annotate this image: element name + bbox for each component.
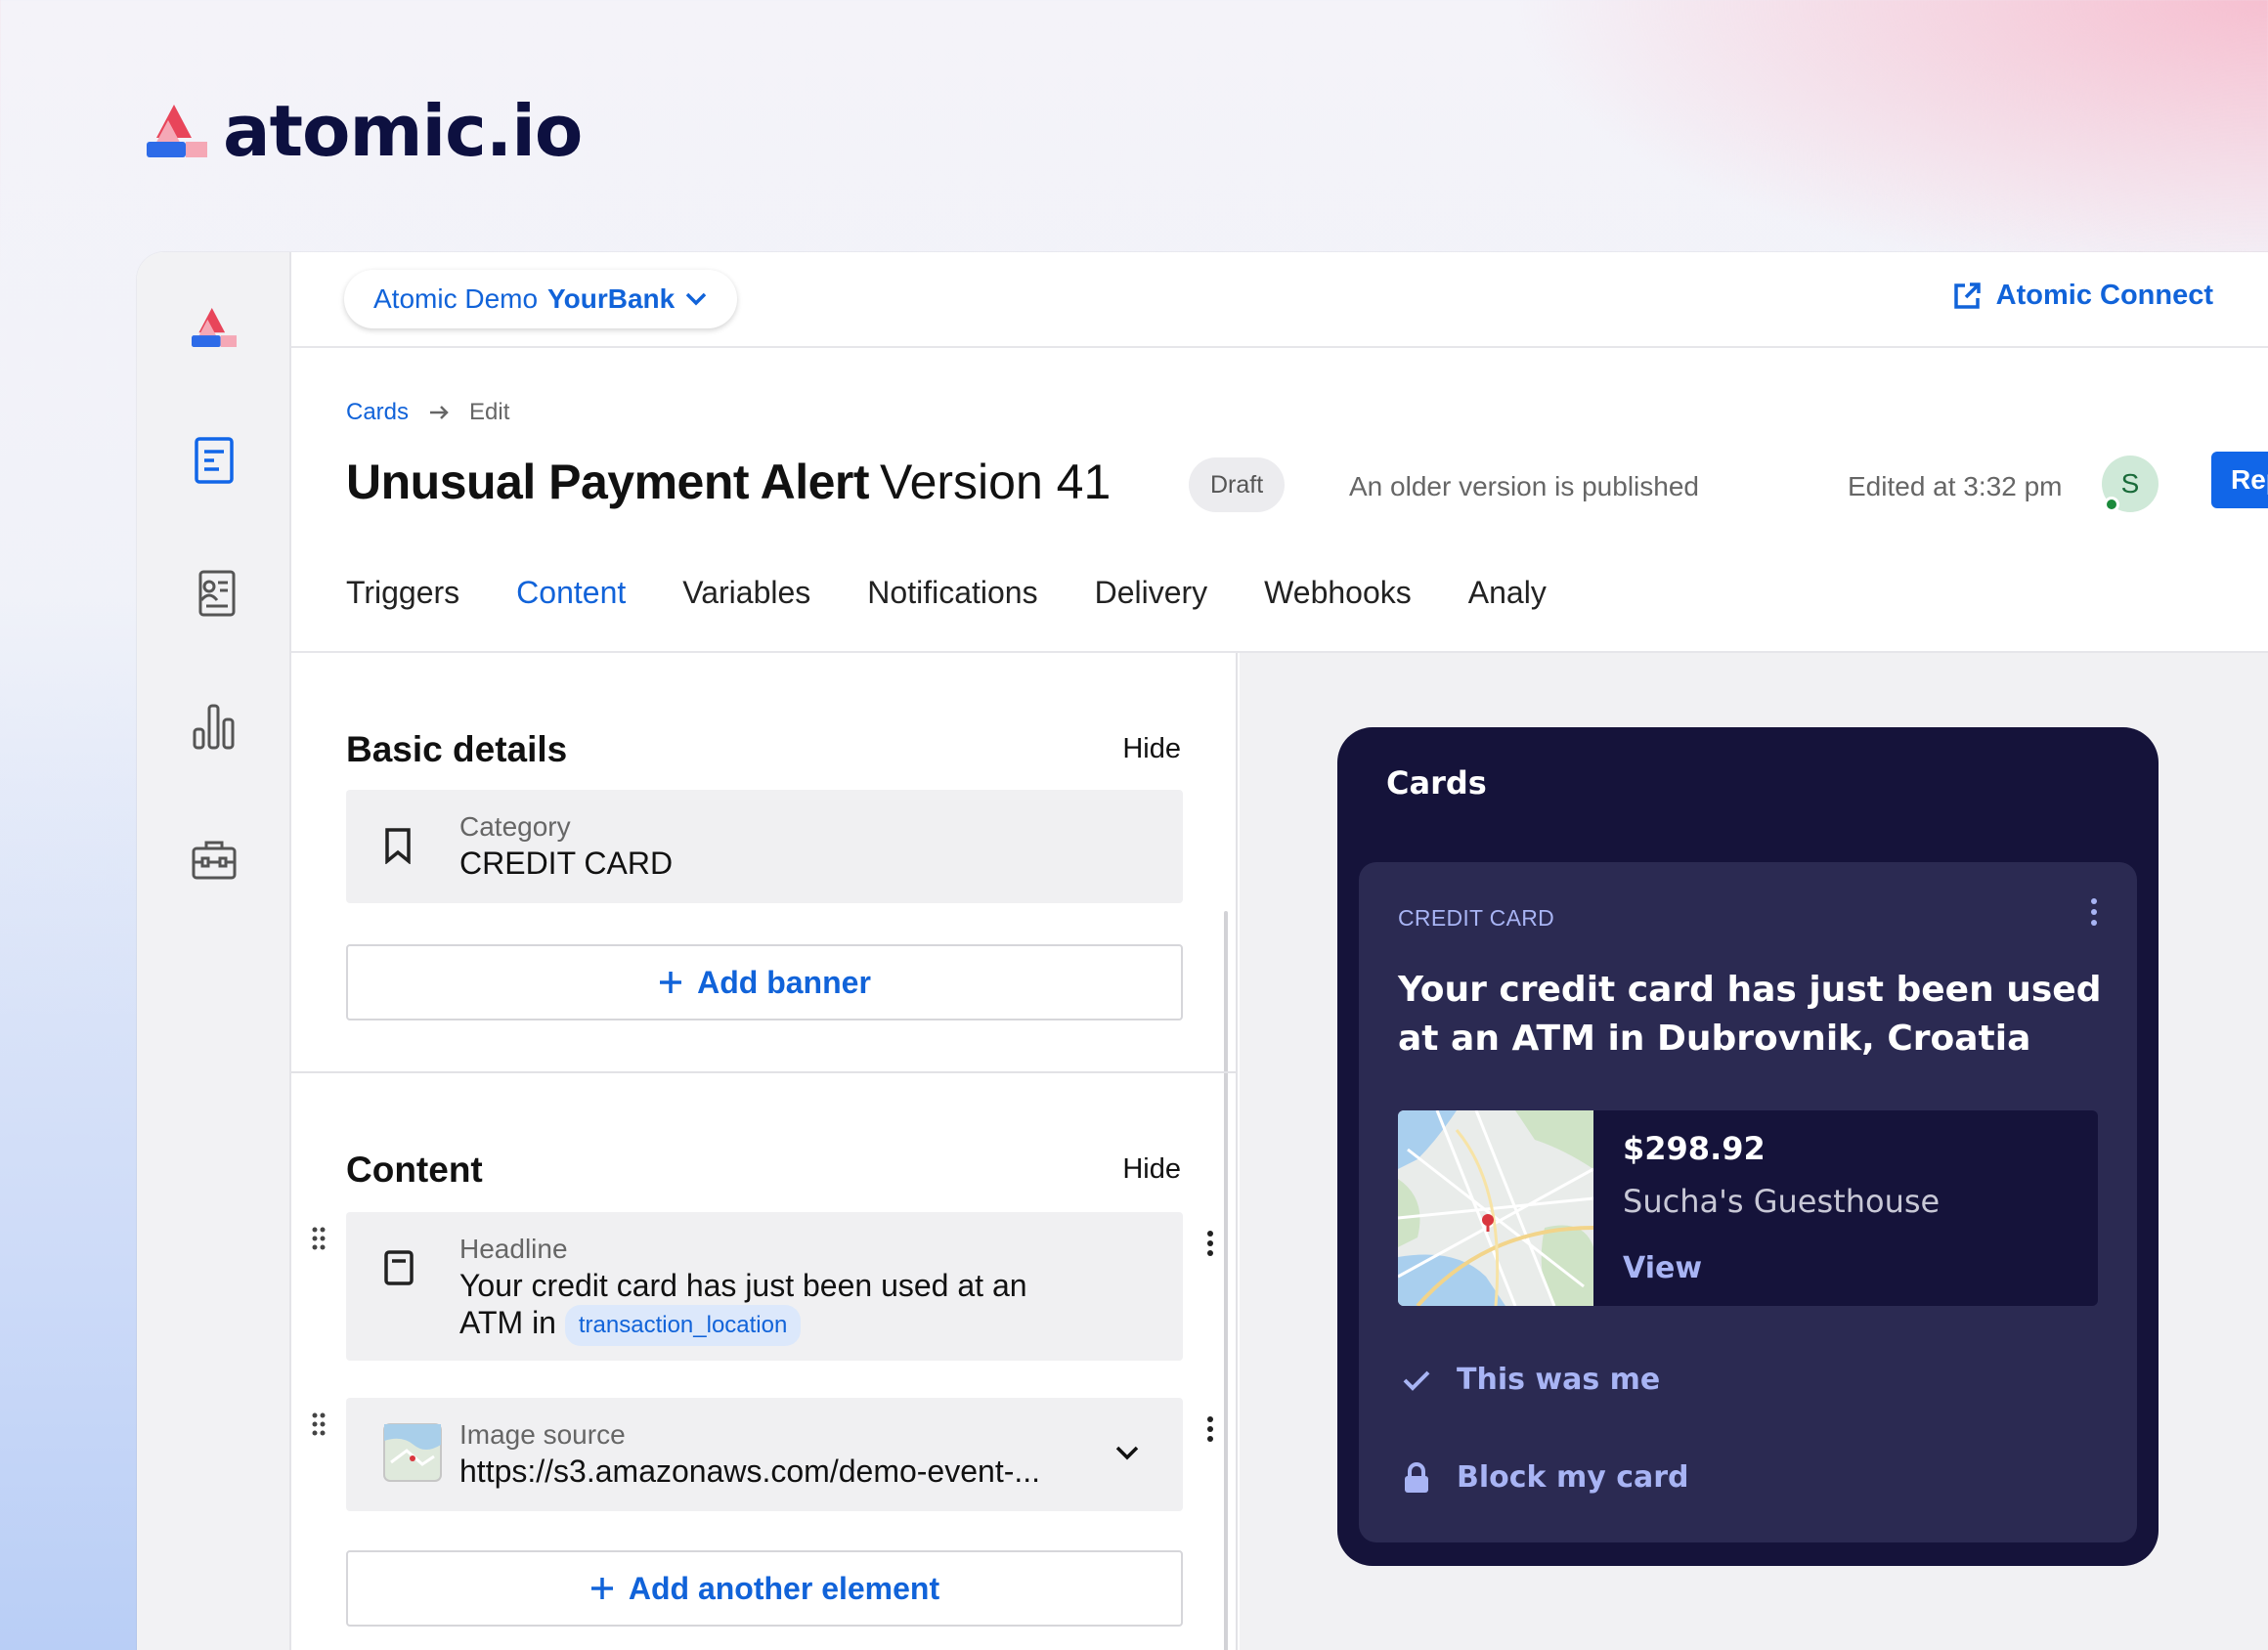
brand: atomic.io	[147, 90, 583, 172]
republish-button[interactable]: Republish	[2211, 452, 2268, 508]
tabs: Triggers Content Variables Notifications…	[346, 567, 2268, 657]
add-banner-button[interactable]: Add banner	[346, 944, 1183, 1020]
nav-rail	[137, 252, 291, 1650]
map-image	[1398, 1110, 1593, 1306]
external-link-icon	[1953, 282, 1981, 309]
breadcrumb-current: Edit	[469, 399, 510, 425]
image-source-field[interactable]: Image source https://s3.amazonaws.com/de…	[346, 1398, 1183, 1511]
org-prefix: Atomic Demo	[373, 283, 539, 314]
merchant-name: Sucha's Guesthouse	[1623, 1183, 1941, 1220]
status-note: An older version is published	[1349, 471, 1699, 501]
section-divider	[291, 1071, 1236, 1073]
headline-field[interactable]: Headline Your credit card has just been …	[346, 1212, 1183, 1361]
headline-line2: ATM in transaction_location	[459, 1304, 802, 1346]
bar-chart-icon	[193, 704, 235, 750]
content-hide[interactable]: Hide	[1122, 1153, 1181, 1186]
rail-tools[interactable]	[186, 831, 242, 888]
more-vertical-icon[interactable]	[1206, 1230, 1214, 1257]
tab-delivery[interactable]: Delivery	[1095, 567, 1208, 657]
breadcrumb: Cards Edit	[346, 399, 509, 426]
rail-analytics[interactable]	[186, 698, 242, 755]
top-bar: Atomic Demo YourBank Atomic Connect	[291, 252, 2268, 348]
document-icon	[195, 437, 234, 484]
tab-webhooks[interactable]: Webhooks	[1264, 567, 1412, 657]
chevron-down-icon[interactable]	[1114, 1445, 1140, 1462]
preview-title: Cards	[1386, 764, 1487, 802]
tab-notifications[interactable]: Notifications	[867, 567, 1037, 657]
add-element-label: Add another element	[628, 1570, 940, 1606]
atomic-connect-link[interactable]: Atomic Connect	[1951, 280, 2213, 312]
lock-icon	[1405, 1461, 1428, 1493]
scrollbar[interactable]	[1224, 911, 1228, 1650]
bookmark-icon	[385, 828, 411, 864]
page-title: Unusual Payment Alert	[346, 455, 870, 509]
tab-content[interactable]: Content	[516, 567, 627, 657]
preview-panel: Cards CREDIT CARD Your credit card has j…	[1240, 653, 2268, 1650]
block-card-label: Block my card	[1457, 1460, 1689, 1495]
tab-variables[interactable]: Variables	[682, 567, 810, 657]
add-banner-label: Add banner	[697, 964, 871, 1000]
rail-cards[interactable]	[186, 432, 242, 489]
preview-card: CREDIT CARD Your credit card has just be…	[1359, 862, 2137, 1542]
breadcrumb-cards[interactable]: Cards	[346, 399, 409, 426]
app-window: Atomic Demo YourBank Atomic Connect Card…	[137, 252, 2268, 1650]
check-icon	[1403, 1370, 1430, 1391]
card-headline: Your credit card has just been used at a…	[1398, 970, 2102, 1059]
headline-line1: Your credit card has just been used at a…	[459, 1268, 1027, 1303]
transaction-amount: $298.92	[1623, 1130, 1766, 1167]
this-was-me-label: This was me	[1457, 1363, 1661, 1397]
text-card-icon	[384, 1250, 414, 1285]
logo-icon	[192, 307, 237, 348]
toolbox-icon	[192, 841, 237, 880]
headline-label: Headline	[459, 1234, 568, 1264]
image-thumbnail-icon	[383, 1423, 442, 1482]
category-label: Category	[459, 811, 571, 842]
basic-details-hide[interactable]: Hide	[1122, 733, 1181, 765]
card-preview-frame: Cards CREDIT CARD Your credit card has j…	[1337, 727, 2159, 1566]
rail-logo[interactable]	[186, 299, 242, 356]
atomic-logo-icon	[147, 105, 207, 157]
more-vertical-icon[interactable]	[1206, 1415, 1214, 1443]
block-card-button[interactable]: Block my card	[1402, 1460, 1689, 1495]
basic-details-title: Basic details	[346, 729, 568, 769]
tab-analytics[interactable]: Analy	[1468, 567, 1547, 657]
atomic-connect-label: Atomic Connect	[1995, 280, 2213, 311]
arrow-right-icon	[430, 406, 449, 419]
online-indicator	[2104, 497, 2119, 512]
card-category: CREDIT CARD	[1398, 905, 1555, 931]
title-row: Unusual Payment Alert Version 41 Draft A…	[346, 448, 2268, 526]
background-glow	[0, 586, 137, 1650]
main-area: Atomic Demo YourBank Atomic Connect Card…	[291, 252, 2268, 1650]
transaction-embed[interactable]: $298.92 Sucha's Guesthouse View	[1398, 1110, 2098, 1306]
editor-panel: Basic details Hide Category CREDIT CARD …	[291, 653, 1238, 1650]
add-element-button[interactable]: Add another element	[346, 1550, 1183, 1627]
drag-handle-icon[interactable]	[311, 1411, 327, 1437]
this-was-me-button[interactable]: This was me	[1402, 1363, 1660, 1397]
category-field[interactable]: Category CREDIT CARD	[346, 790, 1183, 903]
headline-line2-text: ATM in	[459, 1305, 556, 1340]
plus-icon	[660, 972, 682, 993]
view-link[interactable]: View	[1623, 1251, 1702, 1285]
image-source-label: Image source	[459, 1419, 626, 1450]
tab-triggers[interactable]: Triggers	[346, 567, 459, 657]
drag-handle-icon[interactable]	[311, 1226, 327, 1251]
status-badge: Draft	[1189, 457, 1286, 512]
category-value: CREDIT CARD	[459, 846, 674, 881]
variable-token[interactable]: transaction_location	[564, 1304, 802, 1346]
content-title: Content	[346, 1150, 483, 1190]
more-vertical-icon[interactable]	[2090, 897, 2098, 927]
plus-icon	[590, 1578, 613, 1599]
version-label: Version 41	[880, 455, 1112, 509]
org-name: YourBank	[547, 283, 676, 314]
brand-name: atomic.io	[223, 90, 583, 172]
contact-card-icon	[198, 570, 236, 617]
chevron-down-icon	[685, 292, 707, 306]
image-source-value: https://s3.amazonaws.com/demo-event-...	[459, 1454, 1041, 1489]
edited-time: Edited at 3:32 pm	[1848, 471, 2063, 501]
rail-customers[interactable]	[186, 565, 242, 622]
org-selector[interactable]: Atomic Demo YourBank	[344, 270, 738, 328]
